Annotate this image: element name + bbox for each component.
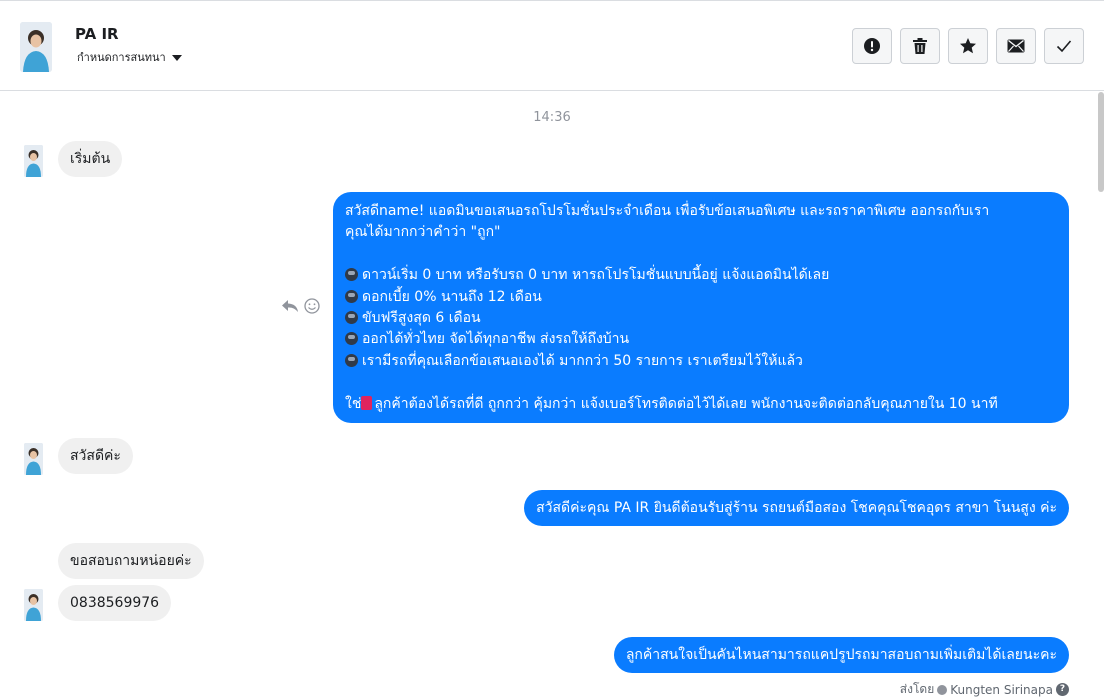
message-timestamp: 14:36 (533, 110, 571, 125)
message-line: สวัสดีname! แอดมินขอเสนอรถโปรโมชั่นประจำ… (345, 203, 990, 219)
mark-unread-button[interactable] (996, 28, 1036, 64)
envelope-icon (1007, 39, 1025, 53)
scrollbar[interactable] (1098, 92, 1104, 192)
help-icon[interactable]: ? (1056, 683, 1069, 696)
reply-icon[interactable] (281, 299, 299, 313)
message-bubble-outgoing[interactable]: ลูกค้าสนใจเป็นคันไหนสามารถแคปรูปรถมาสอบถ… (613, 637, 1069, 673)
message-line-blank (345, 244, 1057, 265)
exclamation-circle-icon (864, 38, 880, 54)
conversation-header: PA IR กำหนดการสนทนา (0, 0, 1104, 91)
car-emoji-icon (345, 310, 358, 324)
avatar[interactable] (24, 145, 43, 177)
contact-name[interactable]: PA IR (75, 25, 119, 43)
star-icon (960, 38, 976, 54)
checkmark-icon (1056, 40, 1072, 53)
message-bubble-incoming[interactable]: 0838569976 (58, 585, 172, 621)
sent-by-row: ส่งโดย Kungten Sirinapa ? (900, 680, 1069, 699)
report-button[interactable] (852, 28, 892, 64)
smiley-icon[interactable] (304, 298, 320, 314)
caret-down-icon (171, 54, 182, 61)
message-line: ออกได้ทั่วไทย จัดได้ทุกอาชีพ ส่งรถให้ถึง… (345, 329, 1057, 350)
car-emoji-icon (345, 353, 358, 367)
trash-icon (913, 38, 927, 54)
message-line: เรามีรถที่คุณเลือกข้อเสนอเองได้ มากกว่า … (345, 351, 1057, 372)
exclamation-emoji-icon (361, 395, 373, 410)
message-bubble-incoming[interactable]: ขอสอบถามหน่อยค่ะ (58, 543, 204, 579)
message-bubble-outgoing[interactable]: สวัสดีค่ะคุณ PA IR ยินดีต้อนรับสู่ร้าน ร… (524, 490, 1069, 526)
header-actions (852, 28, 1084, 64)
message-line: ขับฟรีสูงสุด 6 เดือน (345, 308, 1057, 329)
message-bubble-incoming[interactable]: สวัสดีค่ะ (58, 438, 133, 474)
contact-avatar[interactable] (20, 22, 52, 72)
message-bubble-incoming[interactable]: เริ่มต้น (58, 141, 123, 177)
message-bubble-outgoing-promo[interactable]: สวัสดีname! แอดมินขอเสนอรถโปรโมชั่นประจำ… (333, 192, 1069, 423)
message-line: ดาวน์เริ่ม 0 บาท หรือรับรถ 0 บาท หารถโปร… (345, 265, 1057, 286)
message-line: ใช่ ลูกค้าต้องได้รถที่ดี ถูกกว่า คุ้มกว่า… (345, 395, 998, 412)
assign-conversation-dropdown[interactable]: กำหนดการสนทนา (77, 48, 182, 66)
sent-by-name[interactable]: Kungten Sirinapa (950, 683, 1053, 697)
car-emoji-icon (345, 268, 358, 282)
sent-by-label: ส่งโดย (899, 682, 935, 696)
car-emoji-icon (345, 289, 358, 303)
message-tools (281, 298, 320, 314)
car-emoji-icon (345, 332, 358, 346)
check-circle-icon (937, 684, 948, 695)
assign-label: กำหนดการสนทนา (77, 51, 166, 64)
delete-button[interactable] (900, 28, 940, 64)
star-button[interactable] (948, 28, 988, 64)
message-line-blank (345, 372, 1057, 393)
avatar[interactable] (24, 443, 43, 475)
message-line: คุณได้มากกว่าคำว่า "ถูก" (345, 224, 501, 241)
message-line: ดอกเบี้ย 0% นานถึง 12 เดือน (345, 287, 1057, 308)
mark-done-button[interactable] (1044, 28, 1084, 64)
avatar[interactable] (24, 589, 43, 621)
